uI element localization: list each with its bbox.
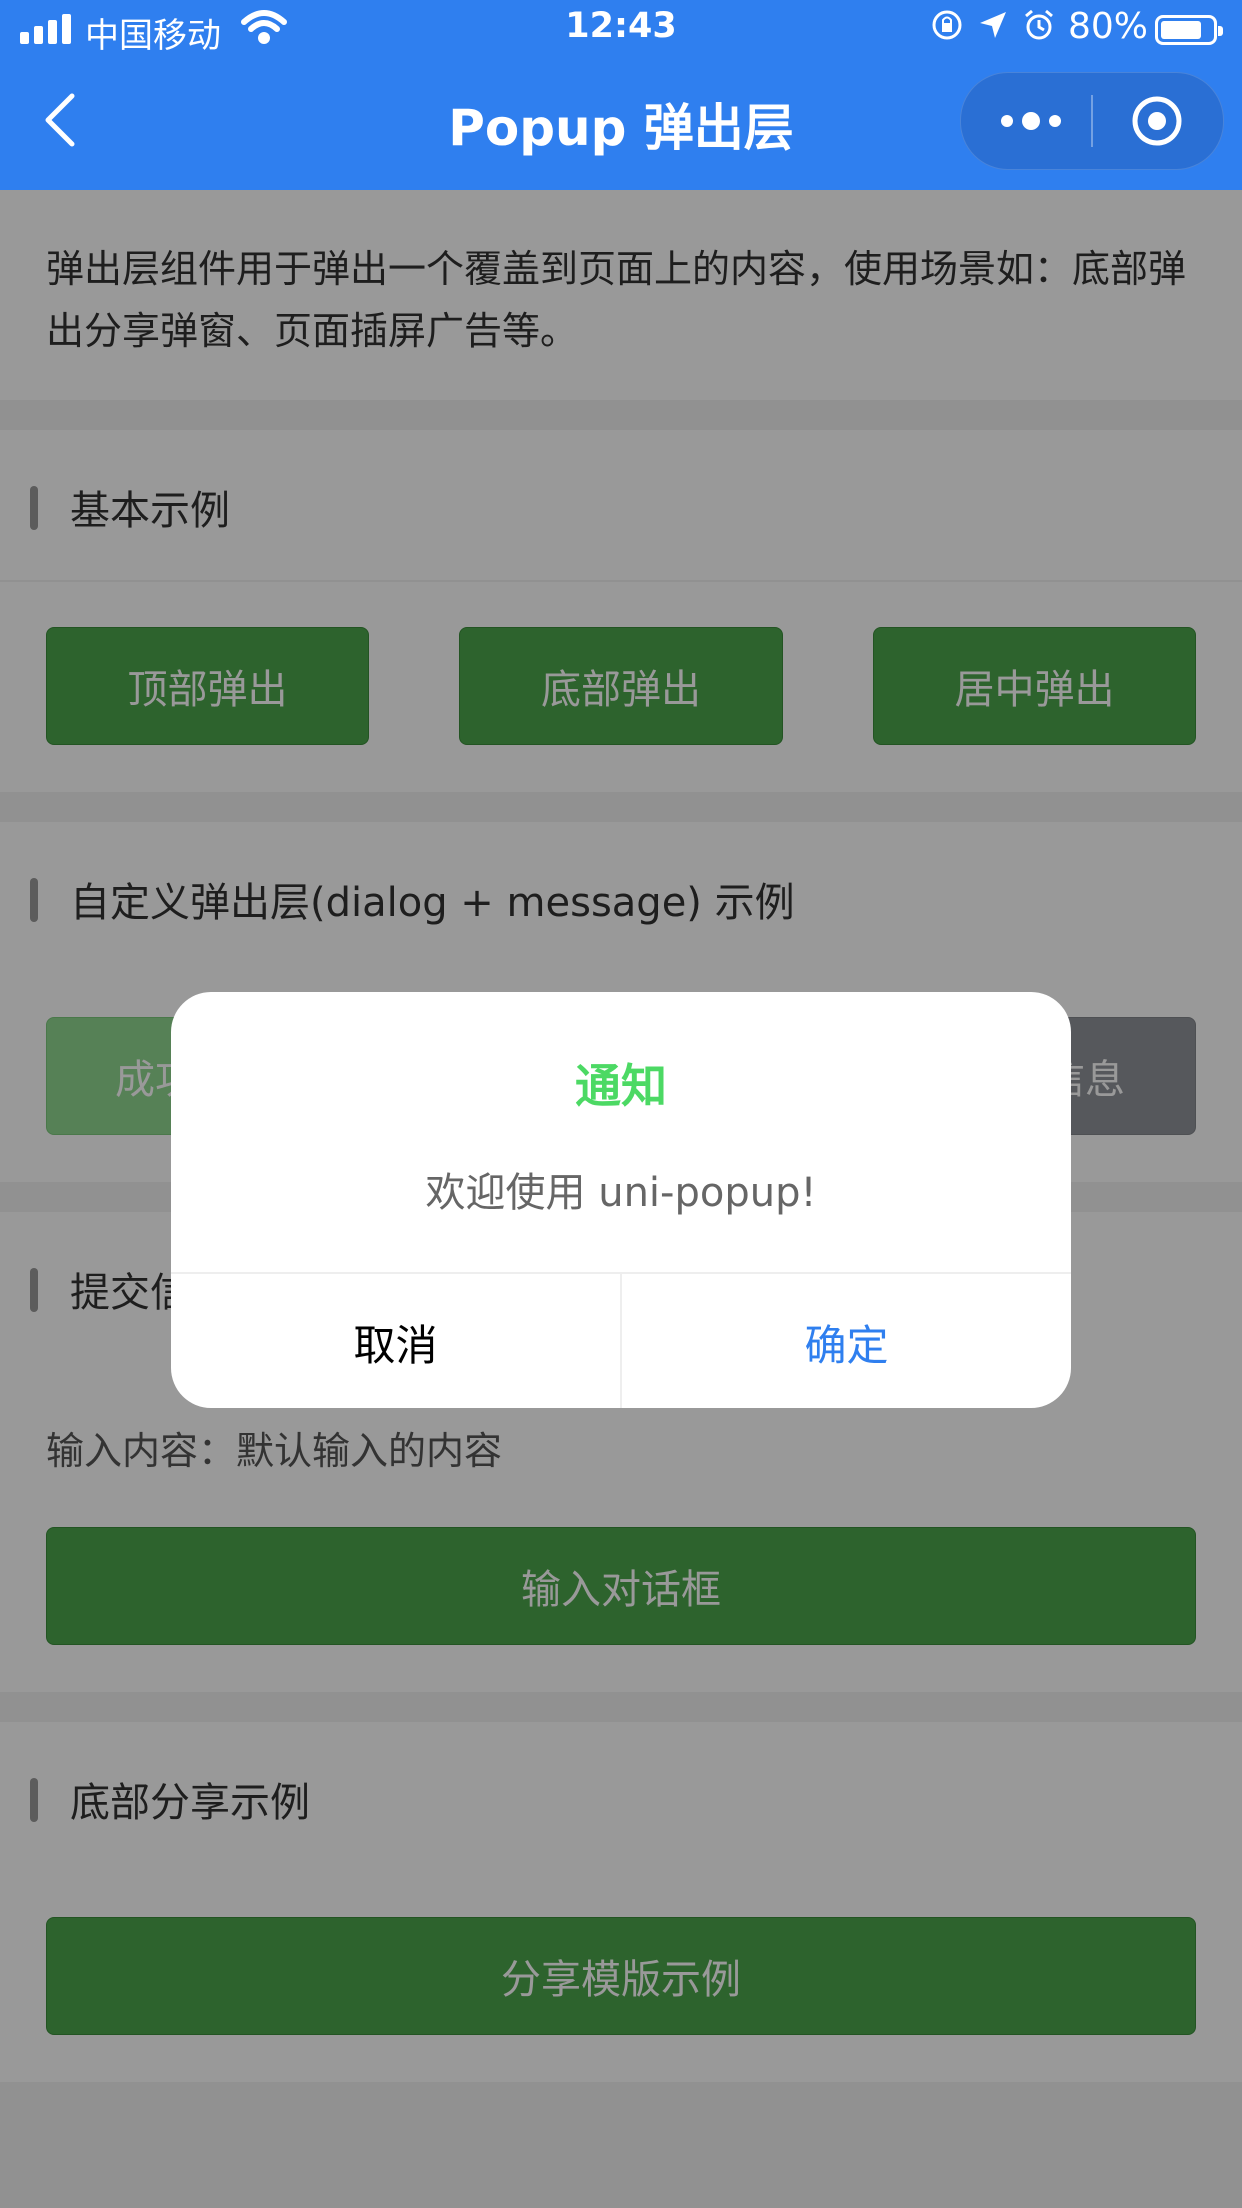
dialog-cancel-button[interactable]: 取消: [171, 1274, 622, 1408]
battery-percent: 80%: [1068, 6, 1149, 47]
dialog-footer: 取消 确定: [171, 1272, 1071, 1408]
popup-dialog: 通知 欢迎使用 uni-popup! 取消 确定: [171, 992, 1071, 1408]
alarm-icon: [1025, 9, 1053, 40]
miniprogram-capsule: [960, 72, 1224, 170]
close-miniprogram-icon[interactable]: [1131, 95, 1183, 147]
battery-icon: [1155, 15, 1223, 45]
top-bar: 中国移动 12:43 80% Popup 弹出层: [0, 0, 1242, 190]
orientation-lock-icon: [932, 10, 962, 40]
status-bar: 中国移动 12:43 80%: [0, 0, 1242, 62]
dialog-title: 通知: [575, 1059, 667, 1113]
location-icon: [980, 12, 1006, 38]
battery-fill: [1161, 21, 1201, 39]
dialog-message: 欢迎使用 uni-popup!: [425, 1170, 817, 1216]
more-menu-icon[interactable]: [1001, 103, 1061, 139]
dialog-confirm-button[interactable]: 确定: [622, 1274, 1071, 1408]
